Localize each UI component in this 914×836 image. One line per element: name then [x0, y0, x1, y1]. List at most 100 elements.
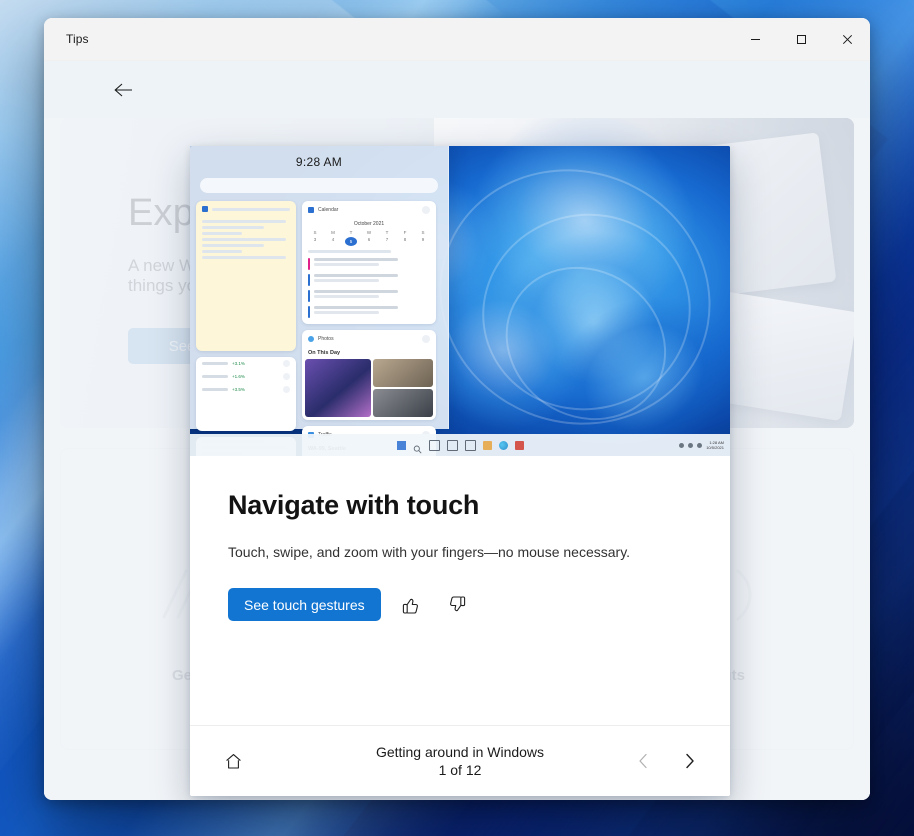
event-sub: [314, 295, 379, 298]
event-text: [314, 274, 430, 282]
stock-dot: [283, 360, 290, 367]
thumbs-down-icon[interactable]: [441, 589, 473, 621]
home-icon: [225, 753, 241, 769]
window-title: Tips: [66, 32, 89, 46]
event-title: [314, 274, 398, 277]
weather-line: [202, 244, 264, 247]
home-button[interactable]: [216, 744, 250, 778]
stock-name: [202, 375, 228, 378]
calendar-header: Calendar: [302, 201, 436, 219]
close-button[interactable]: [824, 18, 870, 60]
calendar-day: 3: [313, 237, 317, 242]
widgets-board: 9:28 AM +3.1% +1.6% +3.5% Calendar Octob…: [190, 146, 449, 456]
weather-line: [202, 226, 264, 229]
event-bar: [308, 306, 310, 318]
minimize-button[interactable]: [732, 18, 778, 60]
calendar-month: October 2021: [353, 221, 385, 227]
see-touch-gestures-button[interactable]: See touch gestures: [228, 588, 381, 621]
calendar-day: 8: [403, 237, 407, 242]
photos-subtitle: On This Day: [308, 350, 341, 356]
back-button[interactable]: [106, 73, 140, 107]
event-bar: [308, 290, 310, 302]
stock-row: +1.6%: [196, 370, 296, 383]
widgets-icon: [446, 439, 458, 451]
calendar-more-icon: [422, 206, 430, 214]
stock-name: [202, 362, 228, 365]
tip-hero-image: 9:28 AM +3.1% +1.6% +3.5% Calendar Octob…: [190, 146, 730, 456]
chat-icon: [464, 439, 476, 451]
next-tip-button[interactable]: [674, 746, 704, 776]
photo-thumbnail: [373, 389, 433, 417]
calendar-icon: [308, 207, 314, 213]
weather-header: [196, 201, 296, 217]
system-tray: 1:28 AM 10/5/2021: [679, 440, 724, 450]
calendar-event: [302, 304, 436, 320]
office-icon: [514, 440, 524, 450]
calendar-title: Calendar: [318, 207, 339, 213]
widgets-search-field: [200, 178, 438, 193]
stock-dot: [283, 373, 290, 380]
widgets-column-left: +3.1% +1.6% +3.5%: [196, 201, 296, 456]
calendar-day: 9: [421, 237, 425, 242]
event-title: [314, 258, 398, 261]
calendar-weekday: T: [349, 230, 353, 235]
event-text: [314, 258, 430, 266]
photo-column: [373, 359, 433, 417]
weather-title-placeholder: [212, 207, 290, 211]
taskbar: 1:28 AM 10/5/2021: [190, 434, 730, 456]
stock-row: +3.5%: [196, 383, 296, 396]
stocks-widget: +3.1% +1.6% +3.5%: [196, 357, 296, 431]
event-text: [314, 306, 430, 314]
start-icon: [396, 440, 406, 450]
calendar-today-label: [308, 250, 392, 253]
calendar-event: [302, 288, 436, 304]
file-explorer-icon: [482, 440, 492, 450]
window-controls: [732, 18, 870, 60]
calendar-event: [302, 272, 436, 288]
event-title: [314, 306, 398, 309]
weather-line: [202, 256, 286, 259]
calendar-widget: Calendar October 2021 S M T W T F S 3 4 …: [302, 201, 436, 324]
photos-grid: [302, 356, 436, 420]
stock-change: +3.5%: [232, 387, 245, 392]
tip-detail-card: 9:28 AM +3.1% +1.6% +3.5% Calendar Octob…: [190, 146, 730, 796]
photo-thumbnail: [373, 359, 433, 387]
photos-widget: Photos On This Day: [302, 330, 436, 420]
tips-home-page: Explore A new Window things you love See…: [44, 118, 870, 800]
calendar-day: 4: [331, 237, 335, 242]
arrow-left-icon: [114, 83, 132, 97]
event-sub: [314, 263, 379, 266]
chevron-right-icon: [685, 753, 694, 769]
command-bar: [44, 61, 870, 159]
event-sub: [314, 279, 379, 282]
widgets-clock: 9:28 AM: [295, 155, 343, 169]
tray-clock: 1:28 AM 10/5/2021: [706, 440, 724, 450]
previous-tip-button[interactable]: [628, 746, 658, 776]
weather-line: [202, 220, 286, 223]
title-bar: Tips: [44, 18, 870, 61]
tip-nav-buttons: [628, 746, 704, 776]
taskbar-search-icon: [413, 441, 422, 454]
tip-heading: Navigate with touch: [228, 490, 480, 520]
tip-action-row: See touch gestures: [228, 588, 692, 621]
weather-line: [202, 232, 242, 235]
calendar-day-today: 5: [345, 237, 357, 246]
event-sub: [314, 311, 379, 314]
stock-dot: [283, 386, 290, 393]
event-bar: [308, 274, 310, 286]
tip-footer: Getting around in Windows 1 of 12: [190, 725, 730, 796]
tip-body: Navigate with touch Touch, swipe, and zo…: [190, 456, 730, 725]
tray-wifi-icon: [679, 442, 685, 448]
chevron-left-icon: [638, 753, 647, 769]
stock-change: +3.1%: [232, 361, 245, 366]
photos-header: Photos: [302, 330, 436, 348]
maximize-button[interactable]: [778, 18, 824, 60]
tips-app-window: Tips Search tips 9:28 AM +3.1% +1.6% +3.…: [44, 18, 870, 800]
calendar-weekday: M: [331, 230, 335, 235]
stock-row: +3.1%: [196, 357, 296, 370]
thumbs-up-icon[interactable]: [395, 589, 427, 621]
event-title: [314, 290, 398, 293]
calendar-event: [302, 256, 436, 272]
tray-battery-icon: [697, 442, 703, 448]
weather-icon: [202, 206, 208, 212]
